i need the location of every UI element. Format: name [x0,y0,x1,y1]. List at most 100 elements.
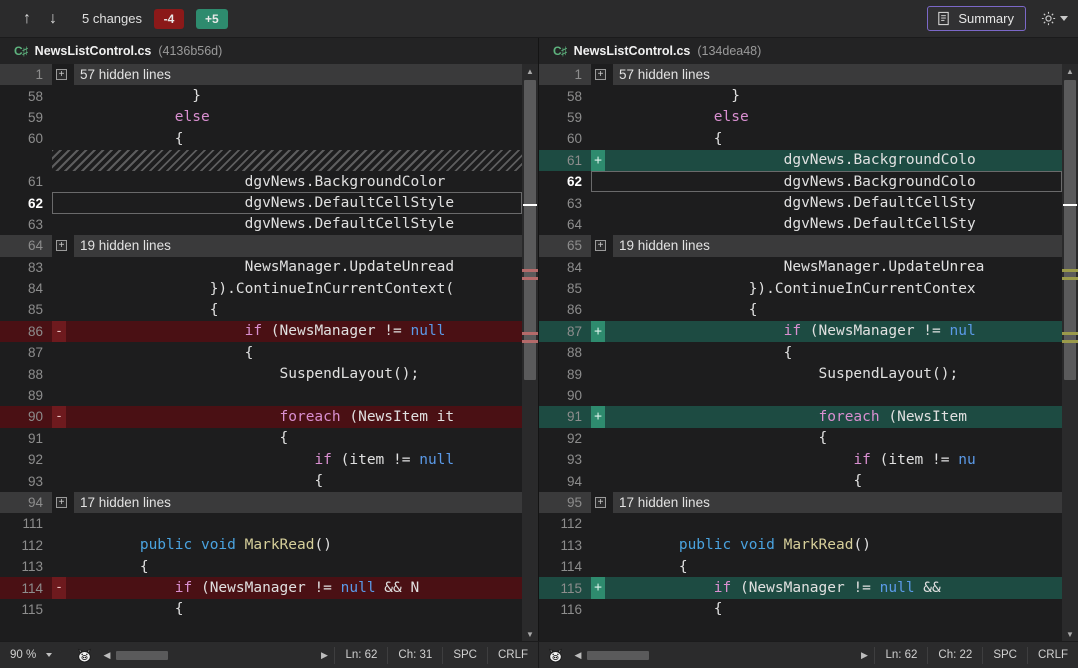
code-line-row[interactable]: 63 dgvNews.DefaultCellSty [539,192,1062,213]
code-line-row[interactable]: 61+ dgvNews.BackgroundColo [539,150,1062,171]
code-line-row[interactable]: 87+ if (NewsManager != nul [539,321,1062,342]
code-line-row[interactable]: 114- if (NewsManager != null && N [0,577,522,598]
scroll-left-icon[interactable]: ◀ [101,650,113,661]
code-line-row[interactable]: 90 [539,385,1062,406]
code-line-row[interactable]: 88 { [539,342,1062,363]
code-line-row[interactable]: 94 { [539,470,1062,491]
right-scrollbar-thumb[interactable] [1064,80,1076,380]
expand-icon-cell[interactable]: + [52,64,74,85]
code-line-row[interactable]: 83 NewsManager.UpdateUnread [0,257,522,278]
hidden-lines-row[interactable]: 95+17 hidden lines [539,492,1062,513]
code-line-row[interactable]: 59 else [0,107,522,128]
previous-change-button[interactable]: ↑ [14,6,40,32]
code-line-row[interactable]: 60 { [539,128,1062,149]
hidden-lines-row[interactable]: 64+19 hidden lines [0,235,522,256]
code-line-row[interactable]: 64 dgvNews.DefaultCellSty [539,214,1062,235]
code-token [775,537,784,553]
scroll-left-icon[interactable]: ◀ [572,650,584,661]
summary-button[interactable]: Summary [927,6,1026,31]
settings-menu-button[interactable] [1040,10,1068,27]
code-line-row[interactable]: 86- if (NewsManager != null [0,321,522,342]
code-line-row[interactable]: 88 SuspendLayout(); [0,363,522,384]
code-line-row[interactable]: 62 dgvNews.DefaultCellStyle [0,192,522,213]
code-line-row[interactable]: 86 { [539,299,1062,320]
code-line-row[interactable]: 115+ if (NewsManager != null && [539,577,1062,598]
left-horizontal-scrollbar[interactable]: ◀ ▶ [97,649,334,662]
code-line-row[interactable]: 90- foreach (NewsItem it [0,406,522,427]
left-code-area[interactable]: 1+57 hidden lines58 }59 else60 { 61 dgvNe… [0,64,538,641]
pig-icon[interactable] [547,648,564,663]
expand-icon-cell[interactable]: + [52,235,74,256]
left-indent-indicator[interactable]: SPC [442,647,487,664]
code-line-row[interactable]: 93 { [0,470,522,491]
hidden-lines-row[interactable]: 1+57 hidden lines [539,64,1062,85]
code-line-row[interactable]: 91 { [0,428,522,449]
code-line-row[interactable]: 112 public void MarkRead() [0,535,522,556]
code-line-row[interactable]: 112 [539,513,1062,534]
left-vertical-scrollbar[interactable]: ▲ ▼ [522,64,538,641]
expand-icon-cell[interactable]: + [52,492,74,513]
code-line-row[interactable]: 113 public void MarkRead() [539,535,1062,556]
code-line-row[interactable]: 93 if (item != nu [539,449,1062,470]
left-hscroll-track[interactable] [116,649,315,662]
code-line-row[interactable]: 63 dgvNews.DefaultCellStyle [0,214,522,235]
code-line-row[interactable]: 85 { [0,299,522,320]
next-change-button[interactable]: ↓ [40,6,66,32]
expand-plus-icon[interactable]: + [56,69,67,80]
expand-plus-icon[interactable]: + [595,240,606,251]
expand-plus-icon[interactable]: + [56,497,67,508]
code-text: dgvNews.BackgroundColo [605,152,1062,168]
hidden-lines-row[interactable]: 65+19 hidden lines [539,235,1062,256]
expand-plus-icon[interactable]: + [595,69,606,80]
code-line-row[interactable]: 62 dgvNews.BackgroundColo [539,171,1062,192]
scroll-up-icon[interactable]: ▲ [522,64,538,78]
right-column-indicator[interactable]: Ch: 22 [927,647,982,664]
left-line-indicator[interactable]: Ln: 62 [334,647,387,664]
left-eol-indicator[interactable]: CRLF [487,647,538,664]
code-line-row[interactable]: 87 { [0,342,522,363]
left-hscroll-thumb[interactable] [116,651,168,660]
code-line-row[interactable]: 92 { [539,428,1062,449]
right-hscroll-thumb[interactable] [587,651,649,660]
right-code-area[interactable]: 1+57 hidden lines58 }59 else60 {61+ dgvN… [539,64,1078,641]
code-line-row[interactable]: 61 dgvNews.BackgroundColor [0,171,522,192]
expand-icon-cell[interactable]: + [591,235,613,256]
code-line-row[interactable]: 89 SuspendLayout(); [539,363,1062,384]
right-hscroll-track[interactable] [587,649,855,662]
scroll-down-icon[interactable]: ▼ [522,627,538,641]
left-column-indicator[interactable]: Ch: 31 [387,647,442,664]
code-line-row[interactable]: 85 }).ContinueInCurrentContex [539,278,1062,299]
right-eol-indicator[interactable]: CRLF [1027,647,1078,664]
code-line-row[interactable]: 113 { [0,556,522,577]
code-line-row[interactable]: 58 } [539,85,1062,106]
expand-plus-icon[interactable]: + [595,497,606,508]
code-line-row[interactable]: 91+ foreach (NewsItem [539,406,1062,427]
code-line-row[interactable]: 115 { [0,599,522,620]
scroll-up-icon[interactable]: ▲ [1062,64,1078,78]
code-line-row[interactable]: 116 { [539,599,1062,620]
expand-plus-icon[interactable]: + [56,240,67,251]
hidden-lines-row[interactable]: 1+57 hidden lines [0,64,522,85]
right-vertical-scrollbar[interactable]: ▲ ▼ [1062,64,1078,641]
code-line-row[interactable]: 114 { [539,556,1062,577]
scroll-down-icon[interactable]: ▼ [1062,627,1078,641]
zoom-level-selector[interactable]: 90 % [0,649,72,661]
pig-icon[interactable] [76,648,93,663]
expand-icon-cell[interactable]: + [591,492,613,513]
code-line-row[interactable]: 92 if (item != null [0,449,522,470]
code-line-row[interactable]: 84 }).ContinueInCurrentContext( [0,278,522,299]
scroll-right-icon[interactable]: ▶ [858,650,870,661]
code-line-row[interactable]: 58 } [0,85,522,106]
code-line-row[interactable]: 60 { [0,128,522,149]
code-line-row[interactable]: 89 [0,385,522,406]
code-line-row[interactable]: 59 else [539,107,1062,128]
code-line-row[interactable]: 111 [0,513,522,534]
scroll-right-icon[interactable]: ▶ [318,650,330,661]
expand-icon-cell[interactable]: + [591,64,613,85]
right-line-indicator[interactable]: Ln: 62 [874,647,927,664]
right-horizontal-scrollbar[interactable]: ◀ ▶ [568,649,874,662]
left-scrollbar-thumb[interactable] [524,80,536,380]
right-indent-indicator[interactable]: SPC [982,647,1027,664]
code-line-row[interactable]: 84 NewsManager.UpdateUnrea [539,257,1062,278]
hidden-lines-row[interactable]: 94+17 hidden lines [0,492,522,513]
